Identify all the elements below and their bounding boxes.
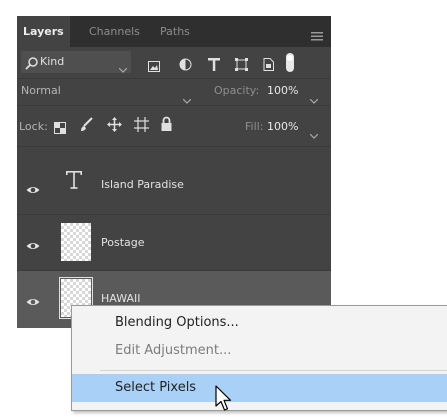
layer-row-island-paradise[interactable]: Island Paradise [17,159,331,214]
filter-kind-label: Kind [40,55,65,68]
context-menu: Blending Options... Edit Adjustment... S… [71,305,447,411]
visibility-eye-icon[interactable] [26,236,40,255]
layer-name[interactable]: Island Paradise [101,178,184,191]
fill-label: Fill: [245,120,264,133]
search-icon [25,55,38,74]
layer-name[interactable]: HAWAII [101,292,140,305]
tab-paths[interactable]: Paths [160,16,190,47]
blend-row: Normal Opacity: 100% [17,79,331,105]
blend-mode-value: Normal [21,84,61,97]
menu-item-select-pixels[interactable]: Select Pixels [72,374,447,402]
fill-value[interactable]: 100% [267,120,298,133]
visibility-eye-icon[interactable] [26,180,40,199]
lock-transparent-icon[interactable] [54,119,66,138]
chevron-down-icon [118,59,128,78]
tab-layers[interactable]: Layers [17,16,70,47]
pixel-filter-icon[interactable] [148,57,160,76]
filter-kind-dropdown[interactable]: Kind [21,51,131,73]
mouse-cursor-icon [215,385,235,417]
layer-name[interactable]: Postage [101,236,145,249]
menu-item-blending-options[interactable]: Blending Options... [72,309,447,337]
layer-thumbnail [61,223,91,261]
filter-row: Kind [17,47,331,78]
menu-item-edit-adjustment: Edit Adjustment... [115,343,232,358]
type-layer-icon [66,171,82,193]
layers-panel: Layers Channels Paths Kind Normal Opacit… [17,16,331,328]
lock-artboard-icon[interactable] [134,117,149,136]
filter-toggle-icon[interactable] [286,53,294,76]
visibility-eye-icon[interactable] [26,292,40,311]
lock-all-icon[interactable] [161,116,172,135]
adjustment-filter-icon[interactable] [179,56,192,75]
opacity-value[interactable]: 100% [267,84,298,97]
panel-menu-icon[interactable] [311,26,323,45]
type-filter-icon[interactable] [208,56,220,75]
lock-position-icon[interactable] [107,117,122,136]
blend-mode-dropdown[interactable]: Normal [17,81,207,104]
lock-row: Lock: Fill: 100% [17,106,331,146]
chevron-down-icon[interactable] [309,125,319,144]
smart-object-filter-icon[interactable] [263,56,274,75]
lock-image-icon[interactable] [80,117,93,136]
panel-tab-bar: Layers Channels Paths [17,16,331,47]
lock-label: Lock: [19,120,48,133]
shape-filter-icon[interactable] [235,56,248,75]
layer-row-postage[interactable]: Postage [17,215,331,270]
opacity-label: Opacity: [214,84,260,97]
menu-divider [100,370,447,371]
tab-channels[interactable]: Channels [89,16,140,47]
